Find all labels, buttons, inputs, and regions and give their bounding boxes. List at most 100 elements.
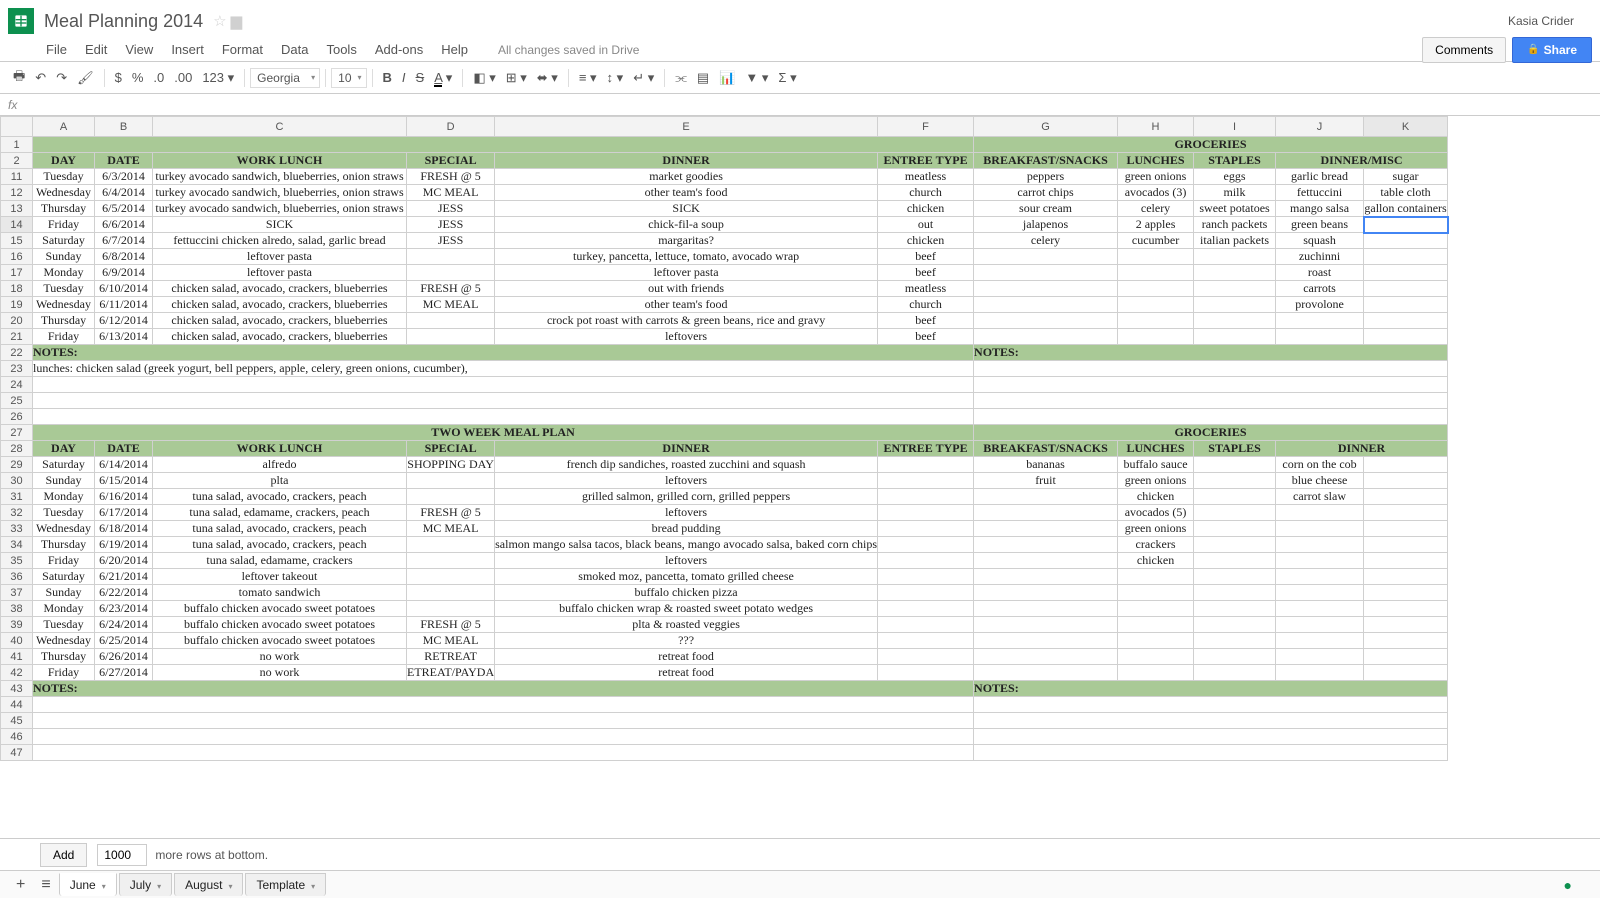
cell[interactable]: tuna salad, avocado, crackers, peach [153,537,407,553]
row-header[interactable]: 12 [1,185,33,201]
menu-tools[interactable]: Tools [326,42,356,57]
cell[interactable] [878,601,974,617]
cell[interactable] [974,361,1448,377]
row-header[interactable]: 24 [1,377,33,393]
cell[interactable] [1364,617,1448,633]
cell[interactable]: italian packets [1194,233,1276,249]
col-header[interactable]: K [1364,117,1448,137]
cell[interactable]: tuna salad, edamame, crackers, peach [153,505,407,521]
cell[interactable]: out [878,217,974,233]
cell[interactable]: DINNER [495,153,878,169]
cell[interactable]: Friday [33,665,95,681]
cell[interactable]: RETREAT [407,649,495,665]
cell[interactable]: chicken [878,233,974,249]
row-header[interactable]: 17 [1,265,33,281]
cell[interactable]: turkey avocado sandwich, blueberries, on… [153,169,407,185]
cell[interactable]: Monday [33,489,95,505]
cell[interactable] [974,329,1118,345]
cell[interactable] [974,409,1448,425]
cell[interactable]: celery [974,233,1118,249]
cell[interactable] [1194,521,1276,537]
add-rows-button[interactable]: Add [40,843,87,867]
cell[interactable]: squash [1276,233,1364,249]
cell[interactable]: retreat food [495,649,878,665]
cell[interactable]: BREAKFAST/SNACKS [974,441,1118,457]
cell[interactable]: buffalo chicken avocado sweet potatoes [153,617,407,633]
col-header[interactable]: C [153,117,407,137]
cell[interactable] [974,633,1118,649]
cell[interactable] [1364,217,1448,233]
halign-icon[interactable]: ≡ ▾ [579,70,597,86]
cell[interactable] [33,729,974,745]
all-sheets-icon[interactable]: ≡ [33,872,58,898]
cell[interactable] [1364,521,1448,537]
row-header[interactable]: 47 [1,745,33,761]
cell[interactable]: SPECIAL [407,441,495,457]
row-header[interactable]: 15 [1,233,33,249]
row-header[interactable]: 28 [1,441,33,457]
menu-insert[interactable]: Insert [171,42,204,57]
cell[interactable]: leftover pasta [153,249,407,265]
cell[interactable]: 6/25/2014 [95,633,153,649]
cell[interactable] [974,521,1118,537]
row-header[interactable]: 33 [1,521,33,537]
cell[interactable]: DINNER [1276,441,1448,457]
cell[interactable]: bread pudding [495,521,878,537]
cell[interactable] [33,137,974,153]
cell[interactable]: alfredo [153,457,407,473]
groceries-header[interactable]: GROCERIES [974,137,1448,153]
cell[interactable]: Sunday [33,249,95,265]
cell[interactable]: avocados (3) [1118,185,1194,201]
cell[interactable]: LUNCHES [1118,153,1194,169]
cell[interactable]: turkey avocado sandwich, blueberries, on… [153,185,407,201]
cell[interactable]: meatless [878,281,974,297]
cell[interactable]: other team's food [495,185,878,201]
cell[interactable] [878,537,974,553]
menu-help[interactable]: Help [441,42,468,57]
cell[interactable]: fruit [974,473,1118,489]
notes-label[interactable]: NOTES: [974,345,1448,361]
cell[interactable] [974,697,1448,713]
cell[interactable]: SICK [153,217,407,233]
row-header[interactable]: 29 [1,457,33,473]
cell[interactable]: 6/10/2014 [95,281,153,297]
menu-view[interactable]: View [125,42,153,57]
cell[interactable] [974,617,1118,633]
cell[interactable] [974,665,1118,681]
valign-icon[interactable]: ↕ ▾ [607,70,624,86]
bold-button[interactable]: B [383,70,392,85]
cell[interactable] [1118,297,1194,313]
row-header[interactable]: 22 [1,345,33,361]
cell[interactable] [1118,569,1194,585]
cell[interactable]: Wednesday [33,185,95,201]
row-header[interactable]: 1 [1,137,33,153]
row-header[interactable]: 13 [1,201,33,217]
cell[interactable] [1194,585,1276,601]
menu-addons[interactable]: Add-ons [375,42,423,57]
cell[interactable] [1364,633,1448,649]
cell[interactable] [1276,633,1364,649]
cell[interactable] [974,649,1118,665]
cell[interactable] [1364,233,1448,249]
dec-increase-button[interactable]: .00 [174,70,192,85]
cell[interactable] [974,281,1118,297]
cell[interactable] [1194,489,1276,505]
italic-button[interactable]: I [402,70,406,85]
cell[interactable]: crackers [1118,537,1194,553]
cell[interactable] [1364,489,1448,505]
cell[interactable] [974,249,1118,265]
cell[interactable]: JESS [407,217,495,233]
paint-format-icon[interactable]: 🖌 [77,70,94,86]
cell[interactable] [1276,313,1364,329]
cell[interactable]: mango salsa [1276,201,1364,217]
cell[interactable] [974,713,1448,729]
cell[interactable] [1276,537,1364,553]
cell[interactable] [1276,601,1364,617]
cell[interactable]: sugar [1364,169,1448,185]
cell[interactable] [1276,585,1364,601]
cell[interactable]: STAPLES [1194,153,1276,169]
user-name[interactable]: Kasia Crider [1508,14,1574,28]
cell[interactable] [1194,633,1276,649]
cell[interactable] [1364,473,1448,489]
cell[interactable]: garlic bread [1276,169,1364,185]
